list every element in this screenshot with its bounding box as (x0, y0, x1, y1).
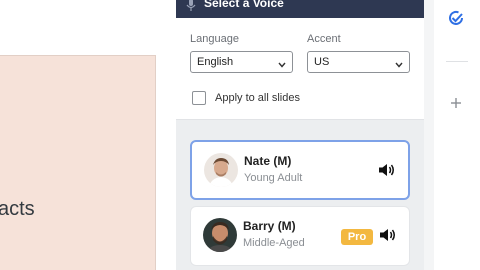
voice-settings: Language English Accent US Apply to all … (176, 18, 424, 120)
voice-description: Middle-Aged (243, 237, 305, 249)
voice-option-barry[interactable]: Barry (M) Middle-Aged Pro (190, 206, 410, 266)
apply-all-checkbox[interactable] (192, 91, 206, 105)
apply-all-label: Apply to all slides (215, 92, 300, 104)
right-rail (434, 0, 480, 270)
microphone-icon (184, 0, 198, 12)
speaker-icon[interactable] (378, 162, 396, 178)
voice-panel: Select a Voice Language English Accent U… (176, 0, 424, 270)
slide-thumbnail[interactable] (0, 55, 156, 270)
divider (446, 61, 468, 62)
speaker-icon[interactable] (379, 227, 397, 243)
voice-panel-header: Select a Voice (176, 0, 424, 18)
panel-gutter (424, 0, 434, 270)
language-label: Language (190, 33, 239, 45)
pro-badge: Pro (341, 229, 373, 245)
avatar (204, 153, 238, 187)
voice-description: Young Adult (244, 172, 303, 184)
language-select[interactable]: English (190, 51, 293, 73)
plus-icon[interactable] (450, 96, 462, 108)
accent-selected-value: US (314, 56, 330, 68)
accent-select[interactable]: US (307, 51, 410, 73)
chevron-down-icon (278, 59, 286, 68)
slide-canvas-area: acts (0, 0, 176, 270)
slide-text: acts (0, 198, 35, 220)
chevron-down-icon (395, 59, 403, 68)
voice-name: Nate (M) (244, 154, 292, 168)
accent-label: Accent (307, 33, 341, 45)
language-selected-value: English (197, 56, 234, 68)
voice-option-nate[interactable]: Nate (M) Young Adult (190, 140, 410, 200)
avatar (203, 218, 237, 252)
panel-title: Select a Voice (204, 0, 284, 10)
check-circle-icon[interactable] (448, 10, 464, 26)
voice-name: Barry (M) (243, 219, 296, 233)
